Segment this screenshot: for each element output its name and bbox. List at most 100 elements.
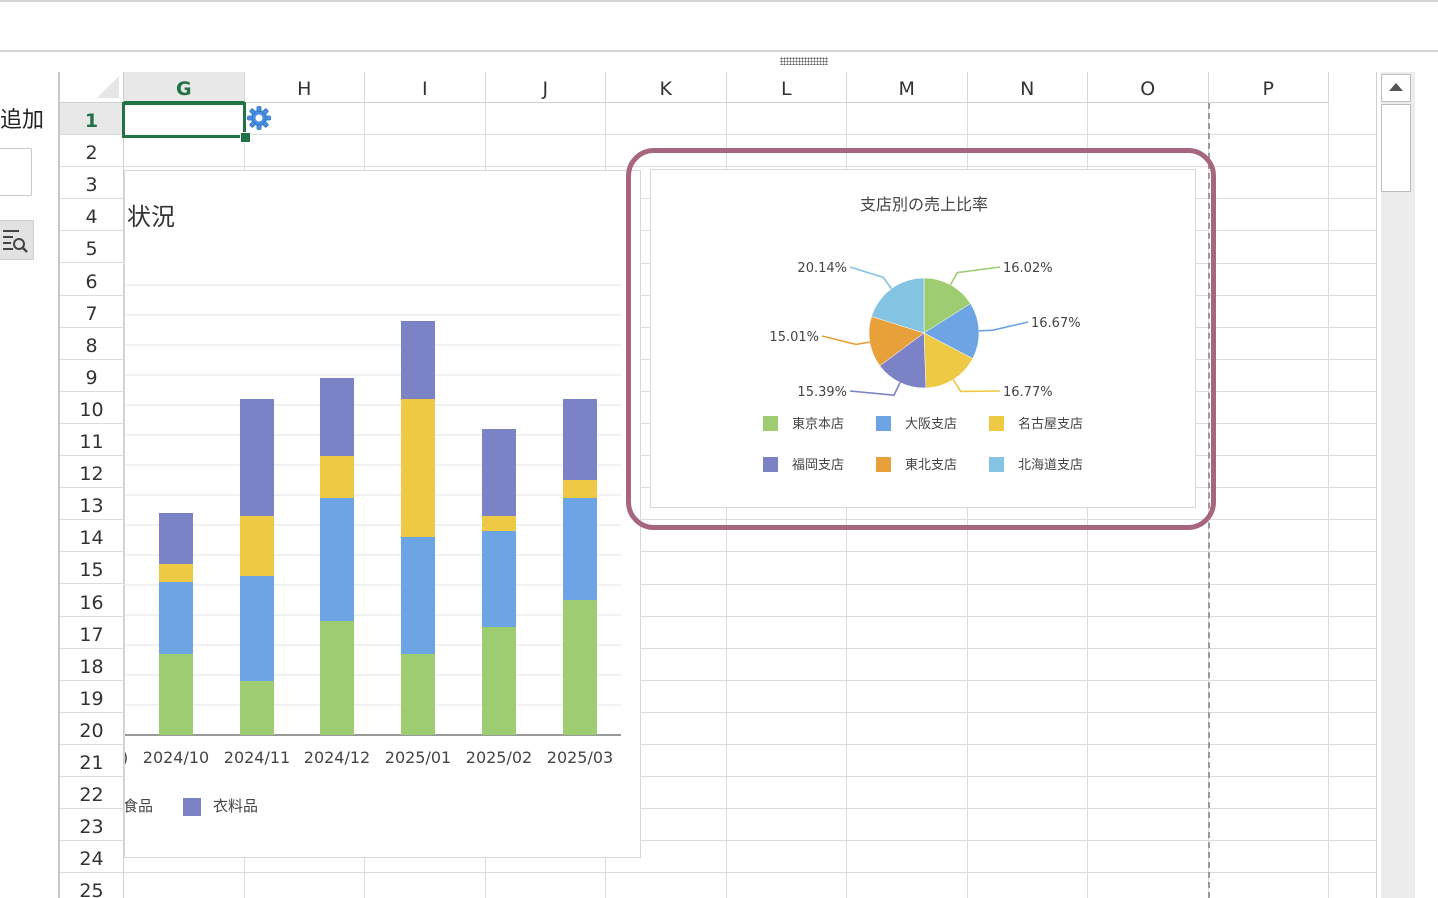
fill-handle[interactable] — [240, 132, 251, 143]
row-gridline — [124, 134, 1376, 136]
bar-segment-2025/02-s1[interactable] — [482, 531, 516, 627]
column-header-I[interactable]: I — [365, 72, 486, 103]
bar-segment-2024/12-s1[interactable] — [320, 498, 354, 621]
pie-legend-label: 東北支店 — [905, 457, 957, 473]
left-panel-input[interactable] — [0, 148, 32, 196]
pie-legend-swatch — [989, 416, 1004, 431]
active-cell-G1[interactable] — [122, 102, 246, 138]
pie-legend-label: 福岡支店 — [792, 458, 844, 473]
select-all-corner[interactable] — [60, 72, 124, 103]
splitter-grip-icon[interactable] — [780, 57, 828, 65]
pie-leader-line — [849, 266, 893, 290]
bar-segment-2025/02-s3[interactable] — [482, 429, 516, 516]
bar-segment-2025/03-s3[interactable] — [563, 399, 597, 480]
row-header-15[interactable]: 15 — [60, 552, 124, 585]
bar-segment-2024/12-s3[interactable] — [320, 378, 354, 456]
bar-segment-2024/11-s1[interactable] — [240, 576, 274, 681]
row-gridline — [124, 872, 1376, 874]
row-header-16[interactable]: 16 — [60, 584, 124, 617]
pie-legend-swatch — [989, 457, 1004, 472]
pie-leader-line — [978, 321, 1029, 332]
row-header-1[interactable]: 1 — [60, 103, 124, 135]
row-header-12[interactable]: 12 — [60, 456, 124, 489]
row-header-3[interactable]: 3 — [60, 167, 124, 200]
left-panel: 追加 — [0, 72, 58, 898]
row-header-21[interactable]: 21 — [60, 745, 124, 777]
bar-segment-2024/11-s3[interactable] — [240, 399, 274, 516]
row-header-24[interactable]: 24 — [60, 841, 124, 874]
spreadsheet-grid[interactable]: GHIJKLMNOP 1 2 3 4 5 6 7 8 9 10 11 12 13 14 15 16 17 18 19… — [58, 72, 1376, 898]
row-header-6[interactable]: 6 — [60, 263, 124, 296]
bar-segment-2025/02-s2[interactable] — [482, 516, 516, 531]
scroll-up-arrow-icon[interactable] — [1381, 74, 1411, 102]
scrollbar-thumb[interactable] — [1381, 104, 1411, 192]
scrollbar-track[interactable] — [1381, 72, 1415, 898]
column-header-G[interactable]: G — [124, 72, 245, 103]
bar-segment-2025/02-s0[interactable] — [482, 627, 516, 735]
pie-data-label: 16.67% — [1031, 316, 1081, 331]
pie-leader-line — [821, 335, 870, 346]
x-tick-label: 2024/12 — [304, 748, 370, 767]
bar-segment-2024/11-s2[interactable] — [240, 516, 274, 576]
bar-segment-2025/03-s0[interactable] — [563, 600, 597, 735]
bar-segment-2024/10-s0[interactable] — [159, 654, 193, 735]
column-header-H[interactable]: H — [244, 72, 365, 103]
page-break-line — [1208, 103, 1210, 898]
pie-legend-swatch — [876, 457, 891, 472]
column-header-M[interactable]: M — [847, 72, 968, 103]
bar-segment-2024/12-s0[interactable] — [320, 621, 354, 735]
search-list-icon — [3, 230, 28, 253]
row-header-8[interactable]: 8 — [60, 327, 124, 360]
right-edge — [1416, 72, 1438, 898]
bar-segment-2025/03-s2[interactable] — [563, 480, 597, 498]
column-header-O[interactable]: O — [1088, 72, 1209, 103]
row-header-17[interactable]: 17 — [60, 616, 124, 649]
pie-chart-plot: 支店別の売上比率 16.02% 16.67% 16.77% 15.39% 15.01% 20… — [763, 195, 1083, 473]
pie-chart[interactable]: 支店別の売上比率 16.02% 16.67% 16.77% 15.39% 15.01% 20… — [650, 169, 1196, 508]
pie-leader-line — [849, 382, 901, 396]
row-header-4[interactable]: 4 — [60, 199, 124, 232]
row-header-19[interactable]: 19 — [60, 680, 124, 713]
bar-segment-2024/11-s0[interactable] — [240, 681, 274, 735]
bar-segment-2025/01-s0[interactable] — [401, 654, 435, 735]
vertical-scrollbar[interactable] — [1376, 72, 1416, 898]
stacked-bar-chart[interactable]: 状況 2024/10 2024/11 2024/12 2025/01 2025/02 20… — [124, 170, 641, 858]
bar-segment-2024/12-s2[interactable] — [320, 456, 354, 498]
column-header-N[interactable]: N — [967, 72, 1088, 103]
row-header-9[interactable]: 9 — [60, 359, 124, 392]
pie-legend-swatch — [876, 416, 891, 431]
pie-data-label: 16.02% — [1003, 261, 1053, 276]
column-header-P[interactable]: P — [1208, 72, 1329, 103]
column-header-K[interactable]: K — [606, 72, 727, 103]
bar-segment-2025/01-s1[interactable] — [401, 537, 435, 654]
x-tick-label: 2025/01 — [385, 748, 451, 767]
row-header-14[interactable]: 14 — [60, 520, 124, 553]
row-header-11[interactable]: 11 — [60, 424, 124, 456]
row-header-7[interactable]: 7 — [60, 295, 124, 328]
row-header-22[interactable]: 22 — [60, 777, 124, 810]
bar-segment-2025/01-s3[interactable] — [401, 321, 435, 399]
pie-legend-label: 北海道支店 — [1018, 458, 1083, 473]
column-gridline — [1328, 103, 1329, 898]
pane-splitter[interactable] — [0, 52, 1438, 72]
bar-segment-2025/03-s1[interactable] — [563, 498, 597, 600]
pie-data-label: 20.14% — [797, 261, 847, 276]
gear-icon[interactable] — [246, 105, 272, 131]
row-header-2[interactable]: 2 — [60, 135, 124, 168]
row-header-25[interactable]: 25 — [60, 873, 124, 898]
search-list-button[interactable] — [0, 220, 34, 260]
row-header-5[interactable]: 5 — [60, 231, 124, 264]
row-header-13[interactable]: 13 — [60, 488, 124, 521]
row-header-18[interactable]: 18 — [60, 648, 124, 681]
bar-segment-2025/01-s2[interactable] — [401, 399, 435, 537]
column-header-J[interactable]: J — [485, 72, 606, 103]
bar-segment-2024/10-s3[interactable] — [159, 513, 193, 564]
row-header-23[interactable]: 23 — [60, 809, 124, 842]
add-label: 追加 — [0, 108, 45, 133]
column-header-L[interactable]: L — [726, 72, 847, 103]
pie-data-label: 15.39% — [797, 385, 847, 400]
bar-segment-2024/10-s1[interactable] — [159, 582, 193, 654]
row-header-20[interactable]: 20 — [60, 712, 124, 745]
row-header-10[interactable]: 10 — [60, 391, 124, 424]
bar-segment-2024/10-s2[interactable] — [159, 564, 193, 582]
